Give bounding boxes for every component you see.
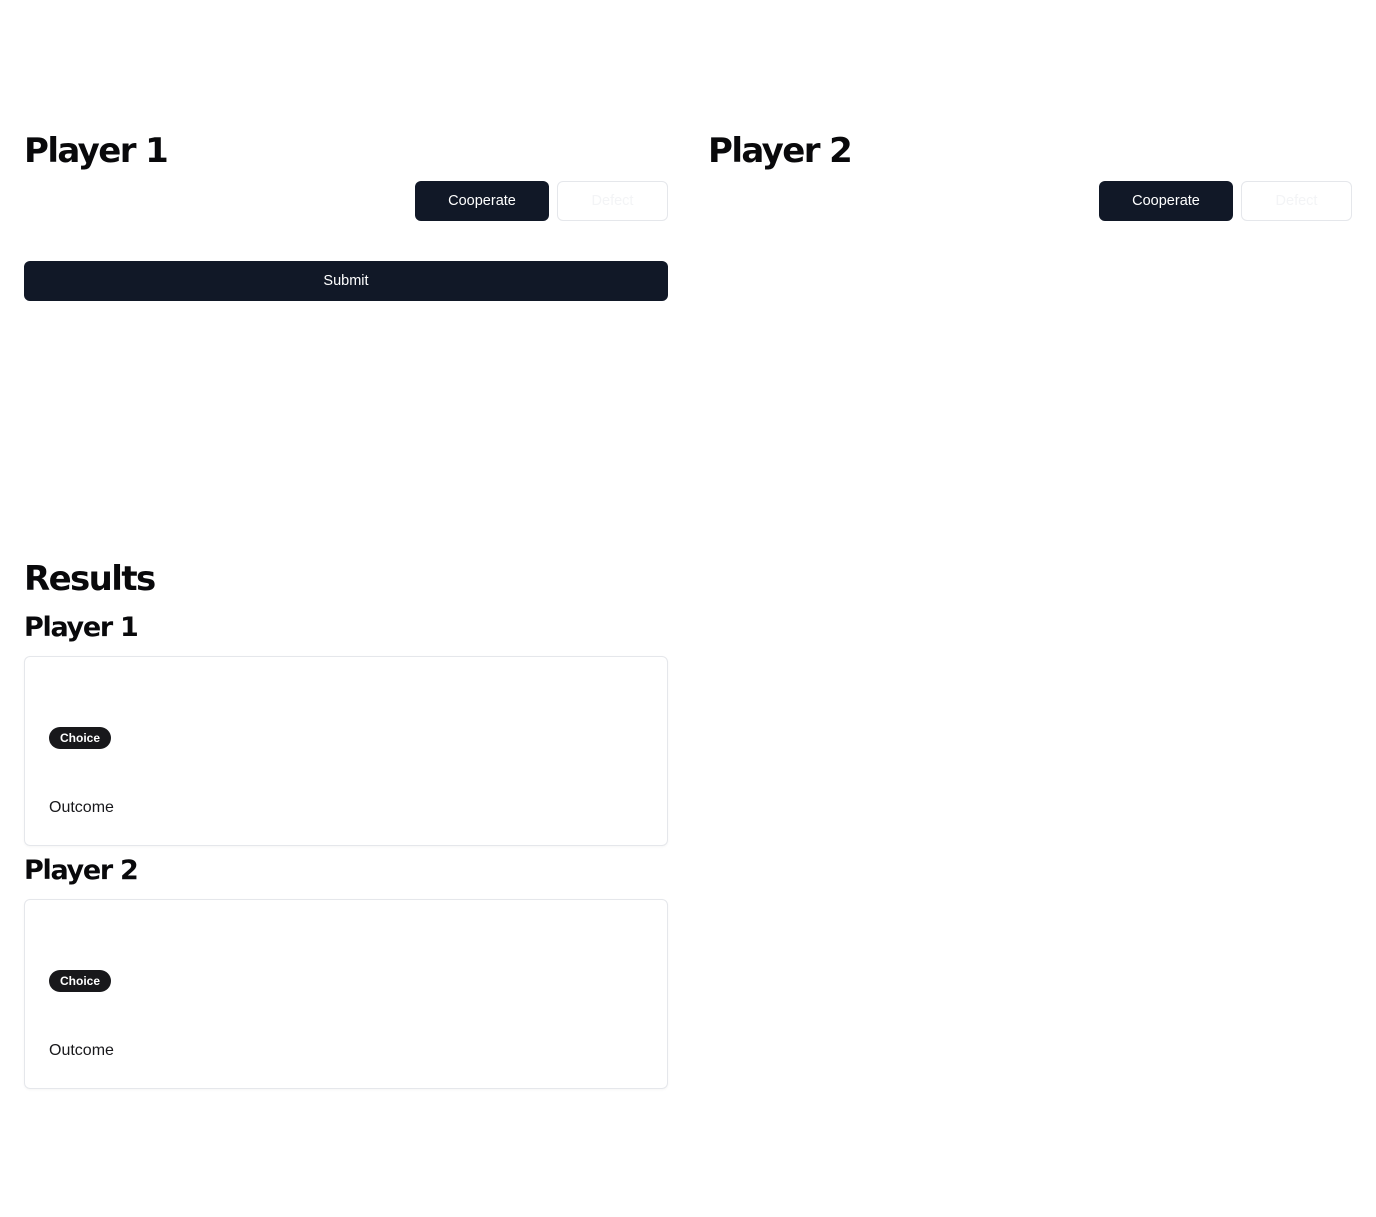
player-2-cooperate-button[interactable]: Cooperate [1099,181,1233,221]
player-2-choice-row: Cooperate Defect [708,181,1352,221]
player-1-choice-row: Cooperate Defect [24,181,668,221]
player-1-cooperate-button[interactable]: Cooperate [415,181,549,221]
player-2-panel: Player 2 Cooperate Defect [708,130,1352,221]
choice-badge: Choice [49,727,112,749]
player-1-defect-button[interactable]: Defect [557,181,668,221]
result-player-2-heading: Player 2 [24,855,139,886]
result-player-1-heading: Player 1 [24,612,139,643]
submit-button[interactable]: Submit [24,261,668,301]
results-title: Results [24,559,156,599]
outcome-label: Outcome [49,799,114,816]
player-1-panel: Player 1 Cooperate Defect Submit [24,130,668,301]
result-player-1: Player 1 Choice Outcome [24,600,668,846]
player-1-heading: Player 1 [24,131,169,171]
player-2-heading: Player 2 [708,131,853,171]
result-card: Choice Outcome [24,899,668,1089]
player-2-defect-button[interactable]: Defect [1241,181,1352,221]
choice-badge: Choice [49,970,112,992]
result-card: Choice Outcome [24,656,668,846]
results-section: Results Player 1 Choice Outcome Player 2… [24,558,668,1089]
result-player-2: Player 2 Choice Outcome [24,843,668,1089]
outcome-label: Outcome [49,1042,114,1059]
